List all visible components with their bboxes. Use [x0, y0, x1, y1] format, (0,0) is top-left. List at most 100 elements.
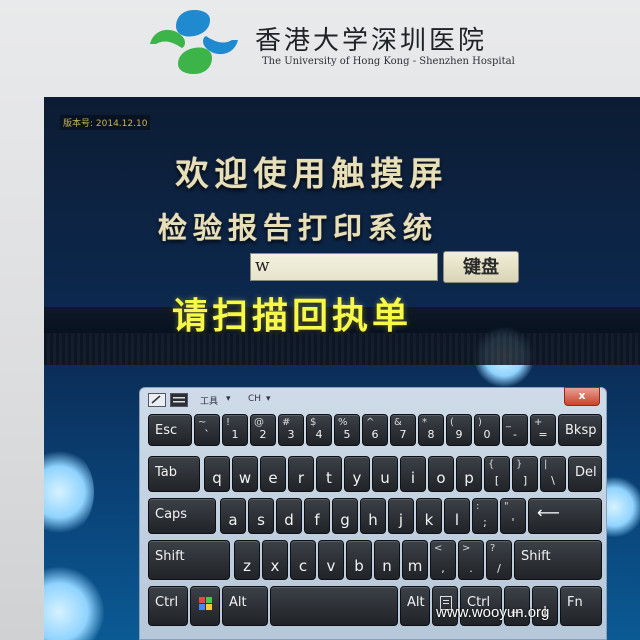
- key-label: /: [497, 562, 501, 575]
- key-b[interactable]: b: [346, 540, 372, 580]
- key-h[interactable]: h: [360, 498, 386, 534]
- key-label: Del: [575, 465, 597, 480]
- key-6[interactable]: ^ 6: [362, 414, 388, 446]
- key-,[interactable]: <,: [430, 540, 456, 580]
- key-ctrl[interactable]: Ctrl: [148, 586, 188, 626]
- key-0[interactable]: ) 0: [474, 414, 500, 446]
- key-label: o: [436, 469, 446, 487]
- chevron-down-icon[interactable]: ▾: [226, 394, 231, 408]
- key-z[interactable]: z: [234, 540, 260, 580]
- key-q[interactable]: q: [204, 456, 230, 492]
- system-title: 检验报告打印系统: [157, 211, 438, 245]
- windows-key[interactable]: [190, 586, 220, 626]
- key-8[interactable]: * 8: [418, 414, 444, 446]
- key-w[interactable]: w: [232, 456, 258, 492]
- key-7[interactable]: & 7: [390, 414, 416, 446]
- key-shift-label: %: [338, 417, 348, 428]
- osk-tools-menu[interactable]: 工具: [200, 394, 218, 408]
- key-i[interactable]: i: [400, 456, 426, 492]
- kiosk-screen: 版本号: 2014.12.10 欢迎使用触摸屏 检验报告打印系统 w 键盘 请扫…: [44, 97, 640, 640]
- keyboard-layout-icon[interactable]: [170, 393, 188, 407]
- key-shift-label: +: [534, 417, 543, 428]
- key-label: Ctrl: [155, 595, 179, 610]
- key-4[interactable]: $4: [306, 414, 332, 446]
- key-bksp[interactable]: Bksp: [558, 414, 602, 446]
- key-3[interactable]: #3: [278, 414, 304, 446]
- close-button[interactable]: x: [564, 387, 600, 406]
- key-tab[interactable]: Tab: [148, 456, 200, 492]
- key-f[interactable]: f: [304, 498, 330, 534]
- key-`[interactable]: ~ `: [194, 414, 220, 446]
- key-label: e: [268, 469, 278, 487]
- key-u[interactable]: u: [372, 456, 398, 492]
- key-5[interactable]: % 5: [334, 414, 360, 446]
- key-'[interactable]: " ': [500, 498, 526, 534]
- key-k[interactable]: k: [416, 498, 442, 534]
- key-n[interactable]: n: [374, 540, 400, 580]
- key-label: b: [354, 557, 364, 575]
- hospital-logo-icon: [150, 10, 238, 74]
- key-label: .: [469, 562, 473, 575]
- key-=[interactable]: + =: [530, 414, 556, 446]
- key-y[interactable]: y: [344, 456, 370, 492]
- barcode-input[interactable]: w: [250, 253, 438, 281]
- key-o[interactable]: o: [428, 456, 454, 492]
- key--[interactable]: _ -: [502, 414, 528, 446]
- key-r[interactable]: r: [288, 456, 314, 492]
- key-.[interactable]: >.: [458, 540, 484, 580]
- key-\[interactable]: | \: [540, 456, 566, 492]
- key-p[interactable]: p: [456, 456, 482, 492]
- key-shift-label: :: [476, 501, 480, 512]
- key-label: q: [212, 469, 222, 487]
- key-label: g: [340, 511, 350, 529]
- version-label: 版本号: 2014.12.10: [60, 115, 151, 130]
- key-del[interactable]: Del: [568, 456, 602, 492]
- key-;[interactable]: :;: [472, 498, 498, 534]
- key-shift-label: ~: [198, 417, 207, 428]
- key-shift[interactable]: Shift: [148, 540, 230, 580]
- key-[[interactable]: {[: [484, 456, 510, 492]
- key-s[interactable]: s: [248, 498, 274, 534]
- key-label: ;: [483, 516, 487, 529]
- key-d[interactable]: d: [276, 498, 302, 534]
- key-shift[interactable]: Shift: [514, 540, 602, 580]
- key-x[interactable]: x: [262, 540, 288, 580]
- key-1[interactable]: ! 1: [222, 414, 248, 446]
- key-c[interactable]: c: [290, 540, 316, 580]
- key-label: v: [326, 557, 336, 575]
- key-alt[interactable]: Alt: [222, 586, 268, 626]
- chevron-down-icon[interactable]: ▾: [266, 394, 271, 408]
- windows-icon: [199, 597, 212, 610]
- key-j[interactable]: j: [388, 498, 414, 534]
- key-9[interactable]: (9: [446, 414, 472, 446]
- key-m[interactable]: m: [402, 540, 428, 580]
- hospital-name-en: The University of Hong Kong - Shenzhen H…: [262, 56, 515, 67]
- key-a[interactable]: a: [220, 498, 246, 534]
- key-alt[interactable]: Alt: [400, 586, 430, 626]
- enter-key[interactable]: ⟵: [528, 498, 602, 534]
- key-label: j: [398, 511, 404, 529]
- key-shift-label: #: [282, 417, 291, 428]
- key-][interactable]: }]: [512, 456, 538, 492]
- key-g[interactable]: g: [332, 498, 358, 534]
- space-key[interactable]: [270, 586, 398, 626]
- key-l[interactable]: l: [444, 498, 470, 534]
- osk-language-menu[interactable]: CH: [248, 394, 261, 408]
- key-fn[interactable]: Fn: [560, 586, 602, 626]
- key-label: ': [511, 516, 515, 529]
- key-label: r: [297, 469, 305, 487]
- key-esc[interactable]: Esc: [148, 414, 192, 446]
- key-t[interactable]: t: [316, 456, 342, 492]
- keyboard-button[interactable]: 键盘: [443, 251, 519, 283]
- key-shift-label: (: [450, 417, 454, 428]
- key-caps[interactable]: Caps: [148, 498, 216, 534]
- key-shift-label: $: [310, 417, 317, 428]
- key-label: 6: [371, 428, 379, 441]
- key-label: x: [270, 557, 280, 575]
- key-/[interactable]: ? /: [486, 540, 512, 580]
- key-v[interactable]: v: [318, 540, 344, 580]
- key-shift-label: ^: [366, 417, 375, 428]
- key-e[interactable]: e: [260, 456, 286, 492]
- pen-icon[interactable]: [148, 393, 166, 407]
- key-2[interactable]: @2: [250, 414, 276, 446]
